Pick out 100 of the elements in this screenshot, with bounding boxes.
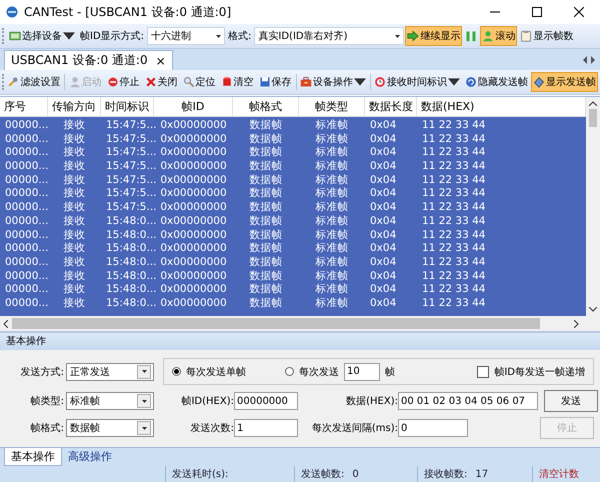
clear-count-link[interactable]: 清空计数 bbox=[539, 467, 579, 481]
table-cell-text: 标准帧 bbox=[314, 187, 350, 201]
table-cell-text: 11 22 33 44 bbox=[421, 283, 486, 297]
table-cell-text: 15:48:0... bbox=[105, 228, 154, 242]
checkbox[interactable] bbox=[477, 366, 490, 378]
tab-scroll-icon[interactable] bbox=[582, 56, 596, 64]
radio-button[interactable] bbox=[285, 367, 294, 376]
table-row[interactable]: 00000... 接收 15:48:0... 0x00000000 数据帧 标准帧 0x04 11 22 33 44 bbox=[0, 270, 586, 284]
toolbar-button[interactable]: 显示发送帧 bbox=[531, 72, 598, 92]
column-header[interactable]: 数据长度 bbox=[365, 97, 417, 116]
action-button[interactable]: 发送 bbox=[544, 390, 598, 412]
panel-header: 基本操作 bbox=[0, 333, 600, 350]
table-cell-text: 0x04 bbox=[369, 174, 398, 188]
refresh-icon bbox=[465, 76, 478, 88]
table-cell-text: 0x00000000 bbox=[159, 242, 228, 256]
dropdown-button[interactable]: 设备操作 bbox=[298, 72, 368, 92]
status-label: 发送耗时(s): bbox=[172, 468, 228, 481]
table-cell-text: 11 22 33 44 bbox=[421, 174, 486, 188]
table-row[interactable]: 00000... 接收 15:47:5... 0x00000000 数据帧 标准帧 0x04 11 22 33 44 bbox=[0, 146, 586, 160]
toolbar-button[interactable]: 定位 bbox=[180, 72, 218, 92]
table-cell-text: 0x00000000 bbox=[159, 256, 228, 270]
table-row[interactable]: 00000... 接收 15:48:0... 0x00000000 数据帧 标准帧 0x04 11 22 33 44 bbox=[0, 283, 586, 297]
toolbar-button[interactable]: 滤波设置 bbox=[5, 72, 62, 92]
table-cell-text: 11 22 33 44 bbox=[421, 132, 486, 146]
table-row[interactable]: 00000... 接收 15:47:5... 0x00000000 数据帧 标准帧 0x04 11 22 33 44 bbox=[0, 187, 586, 202]
column-header[interactable]: 帧ID bbox=[154, 97, 233, 116]
toolbar-button[interactable]: 隐藏发送帧 bbox=[463, 72, 530, 92]
toolbar-button[interactable]: 保存 bbox=[256, 72, 294, 92]
table-row[interactable]: 00000... 接收 15:48:0... 0x00000000 数据帧 标准帧 0x04 11 22 33 44 bbox=[0, 242, 586, 256]
table-cell-text: 00000... bbox=[4, 146, 48, 160]
dropdown-button[interactable]: 接收时间标识 bbox=[372, 72, 462, 92]
table-row[interactable]: 00000... 接收 15:47:5... 0x00000000 数据帧 标准帧 0x04 11 22 33 44 bbox=[0, 119, 586, 133]
document-tab[interactable]: USBCAN1 设备:0 通道:0 × bbox=[4, 50, 173, 70]
table-row[interactable]: 00000... 接收 15:47:5... 0x00000000 数据帧 标准帧 0x04 11 22 33 44 bbox=[0, 201, 586, 215]
radio-option[interactable]: 每次发送 bbox=[285, 364, 339, 378]
table-cell-text: 00000... bbox=[4, 256, 48, 270]
dropdown-field[interactable]: 正常发送 bbox=[66, 362, 154, 380]
column-header[interactable]: 帧格式 bbox=[233, 97, 299, 116]
bottom-tab[interactable]: 基本操作 bbox=[4, 448, 62, 466]
table-cell-text: 接收 bbox=[62, 160, 86, 174]
table-cell-text: 0x04 bbox=[369, 132, 398, 146]
maximize-icon[interactable] bbox=[532, 7, 542, 17]
scroll-thumb[interactable] bbox=[12, 318, 540, 329]
table-cell-text: 0x04 bbox=[369, 119, 398, 133]
table-cell-text: 数据帧 bbox=[248, 160, 284, 174]
radio-option[interactable]: 每次发送单帧 bbox=[172, 364, 246, 378]
vertical-scrollbar[interactable] bbox=[586, 97, 600, 316]
tab-close-button[interactable]: × bbox=[156, 54, 166, 68]
toolbar-button[interactable]: 继续显示 bbox=[405, 26, 462, 46]
table-cell-text: 接收 bbox=[62, 201, 86, 215]
dropdown-field[interactable]: 十六进制 bbox=[147, 27, 226, 45]
table-cell-text: 接收 bbox=[62, 119, 86, 133]
table-cell-text: 11 22 33 44 bbox=[421, 160, 486, 174]
scroll-thumb[interactable] bbox=[589, 109, 597, 127]
column-header[interactable]: 时间标识 bbox=[101, 97, 154, 116]
checkbox-label: 帧ID每发送一帧递增 bbox=[494, 366, 585, 378]
table-row[interactable]: 00000... 接收 15:48:0... 0x00000000 数据帧 标准帧 0x04 11 22 33 44 bbox=[0, 296, 586, 311]
table-cell-text: 0x04 bbox=[369, 214, 398, 228]
unit-label: 帧 bbox=[385, 366, 395, 378]
input-field[interactable]: 0 bbox=[398, 419, 468, 437]
toolbar-button[interactable]: 清空 bbox=[218, 72, 256, 92]
toolbar-button[interactable]: 停止 bbox=[104, 72, 142, 92]
dropdown-field[interactable]: 标准帧 bbox=[66, 392, 154, 410]
table-cell-text: 0x04 bbox=[369, 201, 398, 215]
scroll-up-icon bbox=[589, 101, 597, 106]
toolbar-button[interactable]: 滚动 bbox=[480, 26, 518, 46]
table-cell-text: 标准帧 bbox=[314, 146, 350, 160]
toolbar-button[interactable]: 关闭 bbox=[142, 72, 180, 92]
input-field[interactable]: 00 01 02 03 04 05 06 07 bbox=[398, 392, 538, 410]
table-cell-text: 11 22 33 44 bbox=[421, 201, 486, 215]
table-row[interactable]: 00000... 接收 15:48:0... 0x00000000 数据帧 标准帧 0x04 11 22 33 44 bbox=[0, 228, 586, 242]
close-icon[interactable] bbox=[574, 7, 584, 17]
table-cell-text: 0x00000000 bbox=[159, 119, 228, 133]
table-row[interactable]: 00000... 接收 15:47:5... 0x00000000 数据帧 标准帧 0x04 11 22 33 44 bbox=[0, 160, 586, 174]
table-cell-text: 0x04 bbox=[369, 242, 398, 256]
horizontal-scrollbar[interactable] bbox=[0, 316, 600, 331]
table-cell-text: 标准帧 bbox=[314, 132, 350, 146]
table-cell-text: 15:48:0... bbox=[105, 242, 154, 256]
dropdown-field[interactable]: 数据帧 bbox=[66, 419, 154, 437]
dropdown-button[interactable]: 选择设备 bbox=[7, 26, 77, 46]
table-cell-text: 0x04 bbox=[369, 187, 398, 202]
radio-button[interactable] bbox=[172, 367, 181, 376]
table-cell-text: 标准帧 bbox=[314, 270, 350, 283]
table-row[interactable]: 00000... 接收 15:47:5... 0x00000000 数据帧 标准帧 0x04 11 22 33 44 bbox=[0, 132, 586, 146]
scroll-down-icon bbox=[589, 307, 597, 312]
caret-icon bbox=[142, 400, 146, 402]
bottom-tab[interactable]: 高级操作 bbox=[62, 448, 118, 465]
input-field[interactable]: 00000000 bbox=[234, 392, 298, 410]
column-header[interactable]: 帧类型 bbox=[299, 97, 365, 116]
column-header[interactable]: 传输方向 bbox=[48, 97, 101, 116]
table-cell-text: 标准帧 bbox=[314, 201, 350, 215]
table-row[interactable]: 00000... 接收 15:47:5... 0x00000000 数据帧 标准帧 0x04 11 22 33 44 bbox=[0, 174, 586, 188]
toolbar-button[interactable]: 显示帧数 bbox=[518, 26, 576, 46]
dropdown-field[interactable]: 真实ID(ID靠右对齐) bbox=[254, 27, 404, 45]
count-field[interactable]: 10 bbox=[344, 362, 380, 380]
table-row[interactable]: 00000... 接收 15:48:0... 0x00000000 数据帧 标准帧 0x04 11 22 33 44 bbox=[0, 214, 586, 228]
column-header[interactable]: 序号 bbox=[0, 97, 48, 116]
table-cell-text: 00000... bbox=[4, 270, 48, 284]
table-row[interactable]: 00000... 接收 15:48:0... 0x00000000 数据帧 标准帧 0x04 11 22 33 44 bbox=[0, 256, 586, 270]
input-field[interactable]: 1 bbox=[234, 419, 298, 437]
